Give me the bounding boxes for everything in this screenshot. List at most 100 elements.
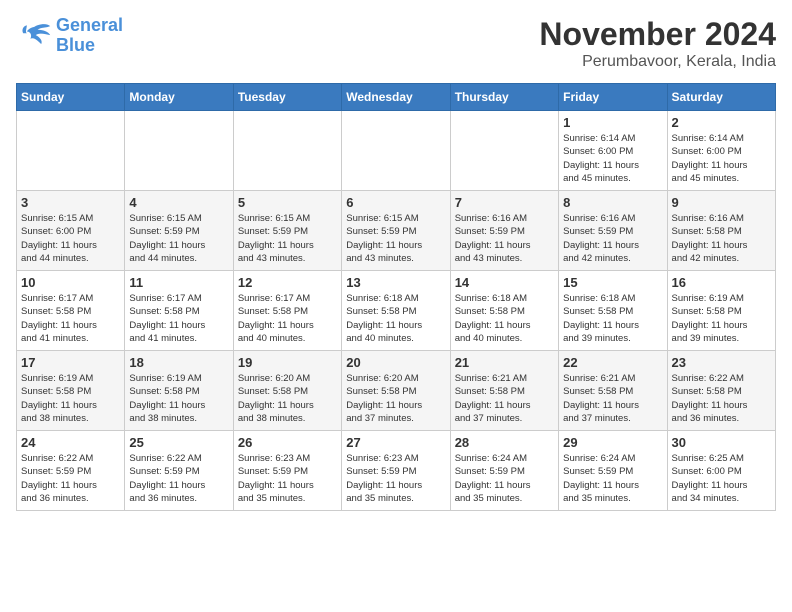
calendar-day-cell — [342, 111, 450, 191]
calendar-week-row: 10 Sunrise: 6:17 AM Sunset: 5:58 PM Dayli… — [17, 271, 776, 351]
calendar-day-cell: 27Sunrise: 6:23 AM Sunset: 5:59 PM Dayli… — [342, 431, 450, 511]
day-number: 26 — [238, 435, 337, 450]
day-number: 2 — [672, 115, 771, 130]
day-number: 3 — [21, 195, 120, 210]
calendar-day-cell: 16 Sunrise: 6:19 AM Sunset: 5:58 PM Dayli… — [667, 271, 775, 351]
day-number: 18 — [129, 355, 228, 370]
weekday-header-row: SundayMondayTuesdayWednesdayThursdayFrid… — [17, 84, 776, 111]
calendar-day-cell: 22 Sunrise: 6:21 AM Sunset: 5:58 PM Dayli… — [559, 351, 667, 431]
calendar-day-cell: 26 Sunrise: 6:23 AM Sunset: 5:59 PM Dayli… — [233, 431, 341, 511]
calendar-week-row: 17Sunrise: 6:19 AM Sunset: 5:58 PM Dayli… — [17, 351, 776, 431]
calendar-day-cell: 4 Sunrise: 6:15 AM Sunset: 5:59 PM Daylig… — [125, 191, 233, 271]
day-number: 15 — [563, 275, 662, 290]
day-info: Sunrise: 6:20 AM Sunset: 5:58 PM Dayligh… — [346, 372, 445, 425]
calendar-day-cell: 10 Sunrise: 6:17 AM Sunset: 5:58 PM Dayli… — [17, 271, 125, 351]
calendar-day-cell: 20 Sunrise: 6:20 AM Sunset: 5:58 PM Dayli… — [342, 351, 450, 431]
logo-text: General Blue — [56, 16, 123, 56]
day-info: Sunrise: 6:19 AM Sunset: 5:58 PM Dayligh… — [672, 292, 771, 345]
calendar-week-row: 24 Sunrise: 6:22 AM Sunset: 5:59 PM Dayli… — [17, 431, 776, 511]
day-info: Sunrise: 6:18 AM Sunset: 5:58 PM Dayligh… — [563, 292, 662, 345]
day-info: Sunrise: 6:22 AM Sunset: 5:59 PM Dayligh… — [129, 452, 228, 505]
day-info: Sunrise: 6:17 AM Sunset: 5:58 PM Dayligh… — [21, 292, 120, 345]
day-info: Sunrise: 6:16 AM Sunset: 5:59 PM Dayligh… — [563, 212, 662, 265]
calendar-day-cell: 7Sunrise: 6:16 AM Sunset: 5:59 PM Daylig… — [450, 191, 558, 271]
calendar-day-cell — [17, 111, 125, 191]
day-info: Sunrise: 6:17 AM Sunset: 5:58 PM Dayligh… — [238, 292, 337, 345]
day-number: 23 — [672, 355, 771, 370]
weekday-header: Thursday — [450, 84, 558, 111]
day-info: Sunrise: 6:16 AM Sunset: 5:59 PM Dayligh… — [455, 212, 554, 265]
day-number: 11 — [129, 275, 228, 290]
calendar-day-cell: 30Sunrise: 6:25 AM Sunset: 6:00 PM Dayli… — [667, 431, 775, 511]
day-info: Sunrise: 6:21 AM Sunset: 5:58 PM Dayligh… — [455, 372, 554, 425]
day-number: 28 — [455, 435, 554, 450]
calendar-day-cell: 24Sunrise: 6:22 AM Sunset: 5:59 PM Dayli… — [17, 431, 125, 511]
day-number: 20 — [346, 355, 445, 370]
weekday-header: Wednesday — [342, 84, 450, 111]
day-number: 6 — [346, 195, 445, 210]
day-number: 24 — [21, 435, 120, 450]
calendar-day-cell: 14Sunrise: 6:18 AM Sunset: 5:58 PM Dayli… — [450, 271, 558, 351]
day-number: 13 — [346, 275, 445, 290]
day-number: 30 — [672, 435, 771, 450]
day-info: Sunrise: 6:18 AM Sunset: 5:58 PM Dayligh… — [346, 292, 445, 345]
calendar-day-cell: 13 Sunrise: 6:18 AM Sunset: 5:58 PM Dayli… — [342, 271, 450, 351]
day-info: Sunrise: 6:15 AM Sunset: 5:59 PM Dayligh… — [346, 212, 445, 265]
logo-icon — [16, 22, 52, 50]
calendar-day-cell: 21 Sunrise: 6:21 AM Sunset: 5:58 PM Dayli… — [450, 351, 558, 431]
day-info: Sunrise: 6:23 AM Sunset: 5:59 PM Dayligh… — [238, 452, 337, 505]
logo: General Blue — [16, 16, 123, 56]
calendar-day-cell — [125, 111, 233, 191]
day-number: 4 — [129, 195, 228, 210]
day-number: 21 — [455, 355, 554, 370]
day-info: Sunrise: 6:23 AM Sunset: 5:59 PM Dayligh… — [346, 452, 445, 505]
weekday-header: Tuesday — [233, 84, 341, 111]
day-number: 5 — [238, 195, 337, 210]
calendar-day-cell: 29 Sunrise: 6:24 AM Sunset: 5:59 PM Dayli… — [559, 431, 667, 511]
day-number: 29 — [563, 435, 662, 450]
day-info: Sunrise: 6:19 AM Sunset: 5:58 PM Dayligh… — [129, 372, 228, 425]
weekday-header: Friday — [559, 84, 667, 111]
day-info: Sunrise: 6:22 AM Sunset: 5:58 PM Dayligh… — [672, 372, 771, 425]
calendar-day-cell: 11 Sunrise: 6:17 AM Sunset: 5:58 PM Dayli… — [125, 271, 233, 351]
calendar-day-cell: 8 Sunrise: 6:16 AM Sunset: 5:59 PM Daylig… — [559, 191, 667, 271]
calendar-day-cell: 3 Sunrise: 6:15 AM Sunset: 6:00 PM Daylig… — [17, 191, 125, 271]
calendar-day-cell — [233, 111, 341, 191]
day-info: Sunrise: 6:24 AM Sunset: 5:59 PM Dayligh… — [563, 452, 662, 505]
day-number: 25 — [129, 435, 228, 450]
day-number: 1 — [563, 115, 662, 130]
calendar-day-cell: 12Sunrise: 6:17 AM Sunset: 5:58 PM Dayli… — [233, 271, 341, 351]
calendar-day-cell: 25 Sunrise: 6:22 AM Sunset: 5:59 PM Dayli… — [125, 431, 233, 511]
weekday-header: Sunday — [17, 84, 125, 111]
calendar-day-cell: 17Sunrise: 6:19 AM Sunset: 5:58 PM Dayli… — [17, 351, 125, 431]
day-info: Sunrise: 6:15 AM Sunset: 5:59 PM Dayligh… — [129, 212, 228, 265]
day-info: Sunrise: 6:14 AM Sunset: 6:00 PM Dayligh… — [672, 132, 771, 185]
calendar-day-cell: 23 Sunrise: 6:22 AM Sunset: 5:58 PM Dayli… — [667, 351, 775, 431]
month-year-title: November 2024 — [539, 16, 776, 53]
day-number: 9 — [672, 195, 771, 210]
day-info: Sunrise: 6:17 AM Sunset: 5:58 PM Dayligh… — [129, 292, 228, 345]
calendar-day-cell: 6 Sunrise: 6:15 AM Sunset: 5:59 PM Daylig… — [342, 191, 450, 271]
calendar-week-row: 1 Sunrise: 6:14 AM Sunset: 6:00 PM Daylig… — [17, 111, 776, 191]
day-info: Sunrise: 6:15 AM Sunset: 5:59 PM Dayligh… — [238, 212, 337, 265]
calendar-day-cell: 9 Sunrise: 6:16 AM Sunset: 5:58 PM Daylig… — [667, 191, 775, 271]
weekday-header: Saturday — [667, 84, 775, 111]
calendar-day-cell: 18 Sunrise: 6:19 AM Sunset: 5:58 PM Dayli… — [125, 351, 233, 431]
day-number: 8 — [563, 195, 662, 210]
calendar-day-cell: 28Sunrise: 6:24 AM Sunset: 5:59 PM Dayli… — [450, 431, 558, 511]
day-info: Sunrise: 6:16 AM Sunset: 5:58 PM Dayligh… — [672, 212, 771, 265]
calendar-day-cell: 15 Sunrise: 6:18 AM Sunset: 5:58 PM Dayli… — [559, 271, 667, 351]
day-number: 10 — [21, 275, 120, 290]
calendar-day-cell: 5 Sunrise: 6:15 AM Sunset: 5:59 PM Daylig… — [233, 191, 341, 271]
day-info: Sunrise: 6:20 AM Sunset: 5:58 PM Dayligh… — [238, 372, 337, 425]
day-info: Sunrise: 6:15 AM Sunset: 6:00 PM Dayligh… — [21, 212, 120, 265]
day-info: Sunrise: 6:21 AM Sunset: 5:58 PM Dayligh… — [563, 372, 662, 425]
day-number: 22 — [563, 355, 662, 370]
calendar-week-row: 3 Sunrise: 6:15 AM Sunset: 6:00 PM Daylig… — [17, 191, 776, 271]
weekday-header: Monday — [125, 84, 233, 111]
calendar-day-cell: 19Sunrise: 6:20 AM Sunset: 5:58 PM Dayli… — [233, 351, 341, 431]
calendar-day-cell: 1Sunrise: 6:14 AM Sunset: 6:00 PM Daylig… — [559, 111, 667, 191]
day-info: Sunrise: 6:18 AM Sunset: 5:58 PM Dayligh… — [455, 292, 554, 345]
page-header: General Blue November 2024 Perumbavoor, … — [16, 16, 776, 71]
day-number: 16 — [672, 275, 771, 290]
